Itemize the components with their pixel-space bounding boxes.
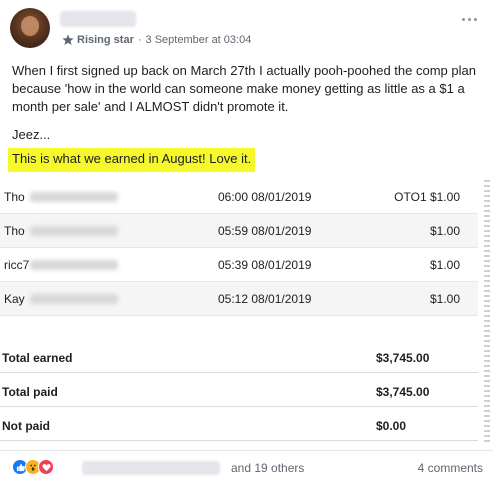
sale-time: 05:39 08/01/2019: [218, 257, 312, 272]
highlighted-text: This is what we earned in August! Love i…: [8, 148, 256, 172]
avatar[interactable]: [10, 8, 50, 48]
reaction-summary[interactable]: [12, 459, 54, 475]
summary-row-total-earned: Total earned $3,745.00: [0, 343, 478, 373]
table-row: Tho 05:59 08/01/2019 $1.00: [0, 214, 478, 248]
payer-name: Tho: [4, 189, 25, 204]
summary-value: $0.00: [376, 418, 407, 433]
member-badge: Rising star: [77, 34, 134, 46]
redacted-name: [30, 293, 118, 304]
comments-count-link[interactable]: 4 comments: [418, 461, 483, 475]
payer-name: Kay: [4, 291, 25, 306]
post-timestamp[interactable]: 3 September at 03:04: [146, 34, 252, 46]
sale-time: 05:12 08/01/2019: [218, 291, 312, 306]
post-body-line-2: Jeez...: [12, 127, 51, 142]
reaction-others-count[interactable]: and 19 others: [231, 461, 304, 475]
table-row: Tho 06:00 08/01/2019 OTO1 $1.00: [0, 180, 478, 214]
redacted-name: [30, 259, 118, 270]
summary-label: Total paid: [2, 384, 58, 399]
summary-row-not-paid: Not paid $0.00: [0, 411, 478, 441]
sale-amount: $1.00: [429, 291, 460, 306]
table-row: ricc7 05:39 08/01/2019 $1.00: [0, 248, 478, 282]
summary-label: Not paid: [2, 418, 50, 433]
post-header: Rising star · 3 September at 03:04: [10, 8, 483, 54]
earnings-screenshot: Tho 06:00 08/01/2019 OTO1 $1.00 Tho 05:5…: [0, 180, 490, 442]
sale-amount: $1.00: [429, 257, 460, 272]
table-row: Kay 05:12 08/01/2019 $1.00: [0, 282, 478, 316]
post-footer: and 19 others 4 comments: [0, 450, 493, 483]
summary-value: $3,745.00: [376, 384, 430, 399]
summary-value: $3,745.00: [376, 350, 430, 365]
author-name-redacted[interactable]: [60, 11, 136, 27]
summary-label: Total earned: [2, 350, 73, 365]
sale-time: 05:59 08/01/2019: [218, 223, 312, 238]
post-meta: Rising star · 3 September at 03:04: [62, 34, 251, 46]
sale-time: 06:00 08/01/2019: [218, 189, 312, 204]
post-body: When I first signed up back on March 27t…: [12, 63, 476, 114]
rising-star-icon: [62, 34, 74, 45]
meta-separator: ·: [137, 34, 142, 46]
sale-amount: $1.00: [429, 223, 460, 238]
sale-amount: OTO1 $1.00: [394, 189, 460, 204]
summary-row-total-paid: Total paid $3,745.00: [0, 377, 478, 407]
reactor-names-redacted[interactable]: [82, 461, 220, 475]
love-icon: [38, 459, 54, 475]
more-options-icon[interactable]: [459, 14, 479, 24]
redacted-name: [30, 191, 118, 202]
redacted-name: [30, 225, 118, 236]
payer-name: ricc7: [4, 257, 30, 272]
payer-name: Tho: [4, 223, 25, 238]
